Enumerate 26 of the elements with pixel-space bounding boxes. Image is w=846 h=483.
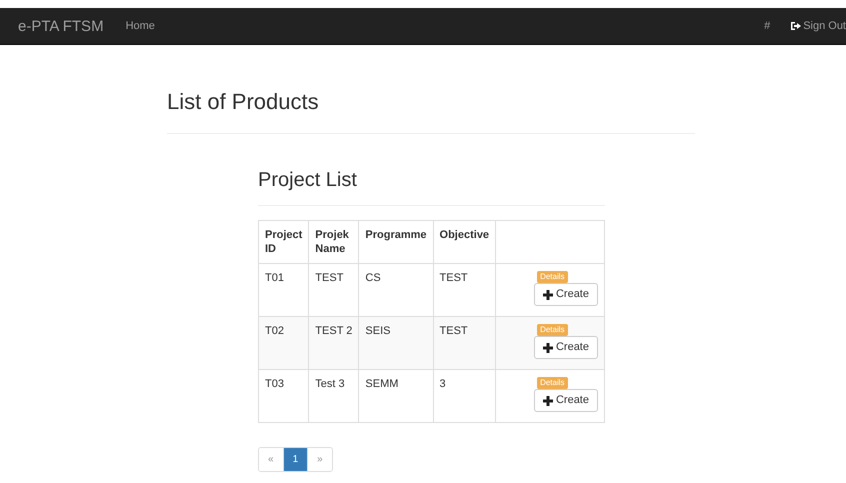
column-header: Project ID (258, 220, 309, 264)
sign-out-link[interactable]: Sign Out (790, 20, 846, 32)
plus-icon (542, 342, 553, 352)
table-cell: T03 (258, 370, 309, 422)
table-cell: 3 (433, 370, 496, 422)
table-cell: Test 3 (308, 370, 359, 422)
page-title: List of Products (167, 88, 320, 115)
create-button[interactable]: Create (534, 389, 598, 412)
nav-link[interactable]: # (764, 20, 770, 32)
plus-icon (542, 290, 553, 300)
table-cell: T02 (258, 316, 309, 370)
table-cell: SEIS (358, 316, 434, 370)
nav-link[interactable]: Home (126, 20, 155, 32)
plus-icon (542, 396, 553, 406)
table-cell: TEST (433, 316, 496, 370)
column-header: Programme (358, 220, 434, 264)
table-cell: SEMM (358, 370, 434, 422)
create-button[interactable]: Create (534, 283, 598, 306)
sign-out-icon (790, 21, 802, 31)
create-button[interactable]: Create (534, 336, 598, 359)
page-link[interactable]: 1 (282, 448, 308, 471)
column-header: Objective (433, 220, 496, 264)
column-header: Projek Name (308, 220, 359, 264)
section-title: Project List (258, 168, 358, 192)
table-cell: TEST 2 (308, 316, 359, 370)
brand-link[interactable]: e-PTA FTSM (18, 18, 104, 34)
